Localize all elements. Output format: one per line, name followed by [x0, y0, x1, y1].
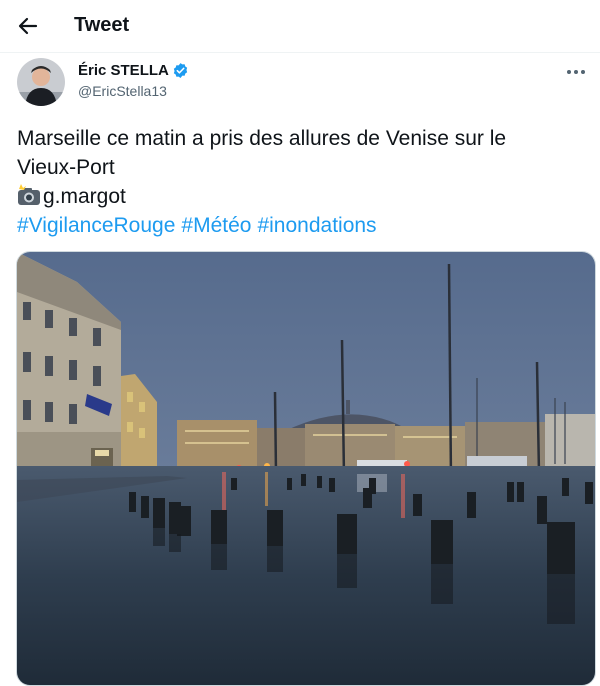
author-name-row[interactable]: Éric STELLA: [78, 62, 189, 79]
camera-flash-icon: [18, 184, 40, 205]
top-bar: Tweet: [0, 0, 600, 53]
page-title: Tweet: [74, 14, 130, 36]
photo-credit: g.margot: [43, 185, 126, 208]
back-arrow-icon[interactable]: [14, 12, 42, 40]
tweet-photo[interactable]: [16, 251, 596, 686]
avatar[interactable]: [17, 58, 65, 106]
author-name[interactable]: Éric STELLA: [78, 62, 169, 79]
more-options-icon[interactable]: [562, 60, 590, 84]
tweet-text: Marseille ce matin a pris des allures de…: [17, 124, 577, 240]
flooded-harbour-illustration: [17, 252, 595, 685]
verified-badge-icon: [173, 63, 188, 78]
tweet-text-line-1: Marseille ce matin a pris des allures de…: [17, 127, 507, 150]
author-handle[interactable]: @EricStella13: [78, 83, 167, 99]
hashtag-inondations[interactable]: #inondations: [257, 214, 376, 237]
hashtag-meteo[interactable]: #Météo: [181, 214, 251, 237]
hashtag-vigilancerouge[interactable]: #VigilanceRouge: [17, 214, 175, 237]
hashtags: #VigilanceRouge #Météo #inondations: [17, 211, 577, 240]
tweet-text-line-2: Vieux-Port: [17, 156, 115, 179]
photo-credit-line: g.margot: [17, 182, 577, 211]
